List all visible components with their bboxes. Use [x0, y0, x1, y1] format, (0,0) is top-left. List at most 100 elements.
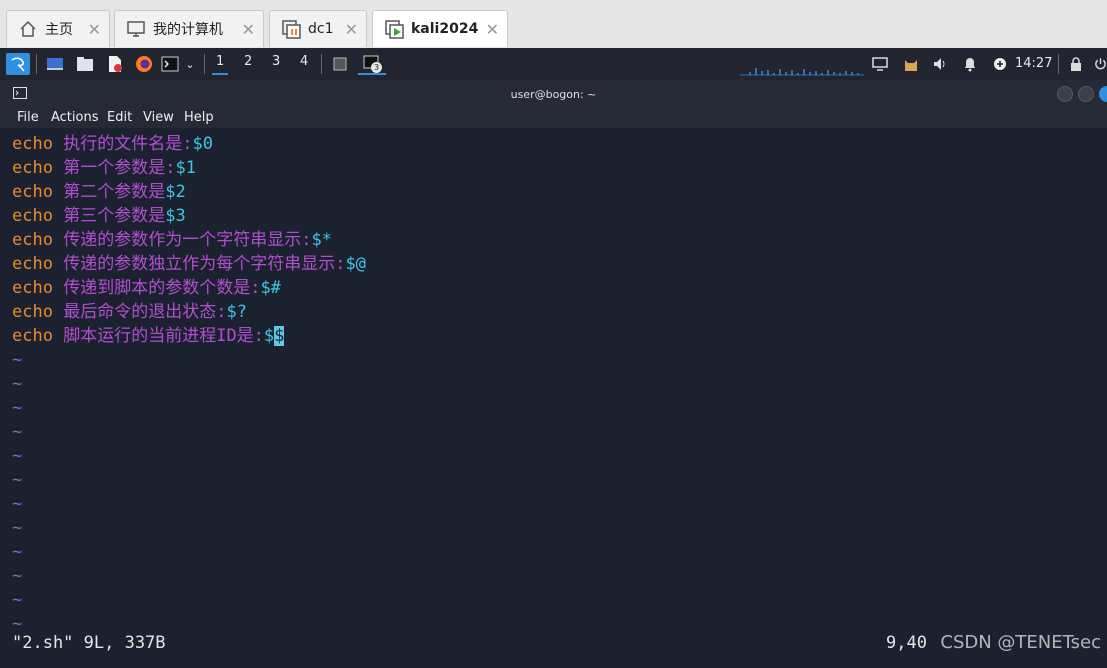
close-icon[interactable]: ✕ — [242, 20, 255, 39]
shell-variable: $@ — [345, 254, 366, 274]
code-line: echo 传递的参数作为一个字符串显示:$* — [12, 228, 332, 252]
kali-menu-icon[interactable] — [6, 53, 30, 75]
close-icon[interactable]: ✕ — [88, 20, 101, 39]
menu-view[interactable]: View — [143, 110, 174, 125]
shell-variable: $0 — [192, 134, 213, 154]
echo-string: 第三个参数是 — [63, 206, 166, 226]
taskbar-terminal-button[interactable]: 3 — [358, 53, 386, 75]
tab-label: 主页 — [45, 22, 73, 38]
shell-variable: $2 — [165, 182, 186, 202]
tilde-line: ~ — [12, 518, 23, 538]
terminal-menubar: File Actions Edit View Help — [0, 108, 1107, 128]
close-icon[interactable]: ✕ — [345, 20, 358, 39]
panel-separator — [36, 54, 37, 74]
terminal-body[interactable]: echo 执行的文件名是:$0 echo 第一个参数是:$1 echo 第二个参… — [0, 128, 1107, 668]
power-icon[interactable] — [1094, 53, 1107, 75]
echo-keyword: echo — [12, 254, 53, 274]
tilde-line: ~ — [12, 398, 23, 418]
echo-string: 传递到脚本的参数个数是: — [63, 278, 261, 298]
firefox-icon[interactable] — [132, 53, 156, 75]
echo-string: 第二个参数是 — [63, 182, 166, 202]
window-icon[interactable] — [330, 53, 350, 75]
tilde-line: ~ — [12, 470, 23, 490]
echo-string: 执行的文件名是: — [63, 134, 193, 154]
shell-variable: $? — [226, 302, 247, 322]
volume-icon[interactable] — [930, 53, 950, 75]
text-editor-icon[interactable] — [104, 53, 126, 75]
menu-actions[interactable]: Actions — [51, 110, 99, 125]
echo-keyword: echo — [12, 182, 53, 202]
clock[interactable]: 14:27 — [1015, 56, 1052, 71]
tab-label: 我的计算机 — [153, 22, 223, 38]
terminal-titlebar[interactable]: user@bogon: ~ — [0, 80, 1107, 108]
code-line: echo 传递的参数独立作为每个字符串显示:$@ — [12, 252, 366, 276]
cat-icon[interactable] — [900, 53, 922, 75]
watermark: CSDN @TENETsec — [940, 632, 1101, 653]
minimize-button[interactable] — [1057, 86, 1073, 102]
file-manager-icon[interactable] — [74, 53, 96, 75]
echo-keyword: echo — [12, 158, 53, 178]
shell-variable: $ — [263, 326, 275, 346]
window-count-badge: 3 — [371, 62, 382, 73]
menu-file[interactable]: File — [17, 110, 39, 125]
tilde-line: ~ — [12, 350, 23, 370]
echo-string: 传递的参数作为一个字符串显示: — [63, 230, 312, 250]
echo-keyword: echo — [12, 326, 53, 346]
echo-keyword: echo — [12, 206, 53, 226]
vim-status-left: "2.sh" 9L, 337B — [12, 633, 166, 653]
tilde-line: ~ — [12, 446, 23, 466]
tab-label: kali2024 — [411, 21, 479, 37]
workspace-2[interactable]: 2 — [244, 54, 252, 69]
kali-top-panel: ⌄ 1 2 3 4 3 14:27 — [0, 48, 1107, 80]
echo-keyword: echo — [12, 302, 53, 322]
network-icon[interactable] — [990, 53, 1010, 75]
maximize-button[interactable] — [1078, 86, 1094, 102]
cpu-graph — [740, 68, 864, 76]
code-line: echo 脚本运行的当前进程ID是:$$ — [12, 324, 285, 348]
panel-separator — [321, 54, 322, 74]
tilde-line: ~ — [12, 422, 23, 442]
text-cursor: $ — [274, 326, 285, 346]
show-desktop-icon[interactable] — [44, 53, 66, 75]
workspace-1[interactable]: 1 — [211, 54, 229, 75]
workspace-3[interactable]: 3 — [272, 54, 280, 69]
code-line: echo 执行的文件名是:$0 — [12, 132, 213, 156]
tab-home[interactable]: 主页 ✕ — [6, 10, 110, 47]
tilde-line: ~ — [12, 494, 23, 514]
echo-string: 第一个参数是: — [63, 158, 176, 178]
shell-variable: $# — [260, 278, 281, 298]
tilde-line: ~ — [12, 566, 23, 586]
echo-string: 脚本运行的当前进程ID是: — [63, 326, 264, 346]
vm-paused-icon — [280, 19, 302, 39]
close-icon[interactable]: ✕ — [486, 20, 499, 39]
home-icon — [17, 19, 39, 39]
echo-keyword: echo — [12, 230, 53, 250]
lock-icon[interactable] — [1066, 53, 1086, 75]
code-line: echo 传递到脚本的参数个数是:$# — [12, 276, 281, 300]
terminal-icon[interactable] — [160, 53, 180, 75]
code-line: echo 第三个参数是$3 — [12, 204, 186, 228]
echo-keyword: echo — [12, 278, 53, 298]
menu-help[interactable]: Help — [184, 110, 214, 125]
vm-running-icon — [383, 19, 405, 39]
display-icon[interactable] — [870, 53, 890, 75]
echo-string: 最后命令的退出状态: — [63, 302, 227, 322]
tilde-line: ~ — [12, 374, 23, 394]
tilde-line: ~ — [12, 542, 23, 562]
vm-tab-strip: 主页 ✕ 我的计算机 ✕ dc1 ✕ kali2024 ✕ — [0, 0, 1107, 48]
tilde-line: ~ — [12, 590, 23, 610]
notification-bell-icon[interactable] — [960, 53, 980, 75]
panel-separator — [1058, 54, 1059, 74]
tab-my-computer[interactable]: 我的计算机 ✕ — [114, 10, 264, 47]
code-line: echo 最后命令的退出状态:$? — [12, 300, 247, 324]
workspace-4[interactable]: 4 — [300, 54, 308, 69]
chevron-down-icon[interactable]: ⌄ — [182, 53, 198, 75]
cursor-position: 9,40 — [886, 633, 927, 653]
echo-keyword: echo — [12, 134, 53, 154]
code-line: echo 第二个参数是$2 — [12, 180, 186, 204]
tab-kali2024[interactable]: kali2024 ✕ — [372, 10, 508, 47]
window-title: user@bogon: ~ — [510, 88, 597, 101]
panel-separator — [204, 54, 205, 74]
menu-edit[interactable]: Edit — [107, 110, 132, 125]
tab-dc1[interactable]: dc1 ✕ — [269, 10, 367, 47]
